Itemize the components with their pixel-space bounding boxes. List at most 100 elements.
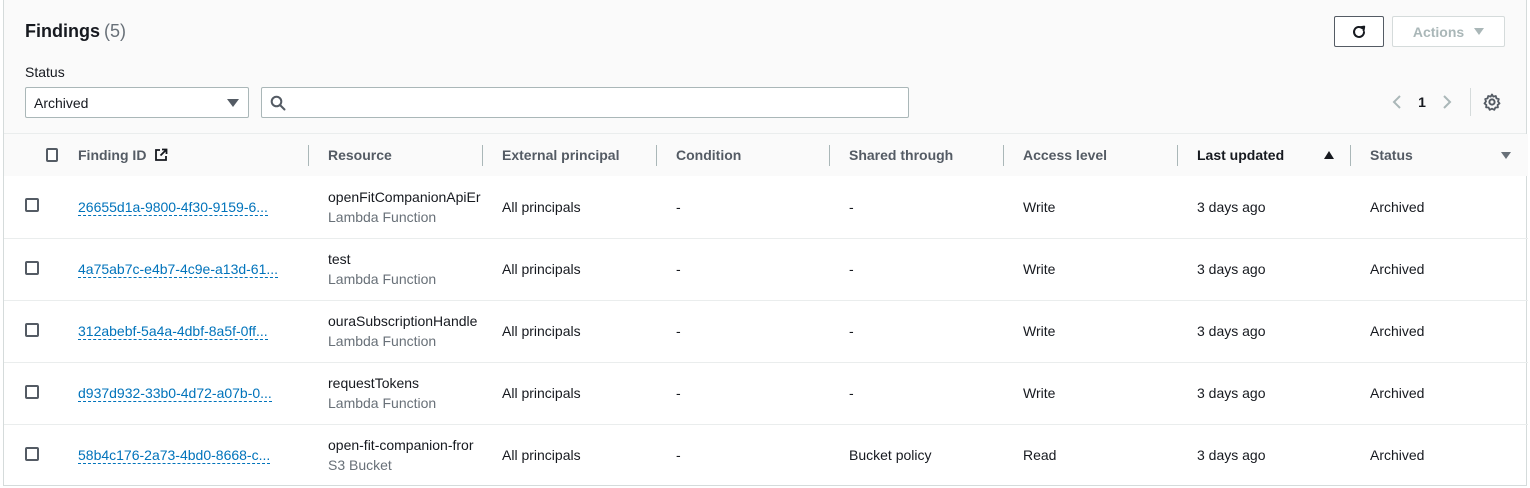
- sort-caret-down-icon: [1501, 152, 1511, 159]
- status-filter-label: Status: [25, 64, 65, 80]
- resource-type: Lambda Function: [328, 208, 437, 225]
- page-title: Findings (5): [25, 21, 126, 42]
- findings-panel: Findings (5) Actions Status Archived 1 F…: [3, 0, 1528, 486]
- select-all-checkbox[interactable]: [46, 148, 58, 162]
- actions-button[interactable]: Actions: [1392, 16, 1505, 47]
- column-header-last-updated[interactable]: Last updated: [1177, 134, 1350, 176]
- shared-through-cell: -: [829, 237, 1003, 300]
- column-label: Status: [1370, 147, 1413, 163]
- sort-ascending-icon: [1324, 151, 1334, 159]
- title-text: Findings: [25, 21, 100, 41]
- last-updated-cell: 3 days ago: [1197, 198, 1266, 215]
- column-header-access-level[interactable]: Access level: [1003, 134, 1177, 176]
- table-row: 4a75ab7c-e4b7-4c9e-a13d-61... test Lambda…: [4, 237, 1528, 300]
- shared-through-cell: -: [829, 361, 1003, 424]
- status-cell: Archived: [1350, 423, 1528, 486]
- row-checkbox[interactable]: [25, 198, 39, 213]
- caret-down-icon: [227, 99, 239, 107]
- resource-cell: ouraSubscriptionHandle Lambda Function: [308, 299, 482, 362]
- resource-type: S3 Bucket: [328, 457, 392, 474]
- row-select-cell: [4, 299, 58, 362]
- last-updated-cell: 3 days ago: [1177, 237, 1350, 300]
- last-updated-cell: 3 days ago: [1177, 423, 1350, 486]
- condition-cell: -: [656, 361, 829, 424]
- condition-cell: -: [656, 423, 829, 486]
- column-label: External principal: [502, 147, 620, 163]
- status-filter-select[interactable]: Archived: [25, 87, 249, 118]
- condition-cell: -: [656, 299, 829, 362]
- column-label: Finding ID: [78, 147, 147, 163]
- last-updated-cell: 3 days ago: [1177, 299, 1350, 362]
- column-label: Shared through: [849, 147, 954, 163]
- shared-through-cell: -: [829, 299, 1003, 362]
- resource-name: test: [328, 251, 351, 267]
- status-cell: Archived: [1370, 198, 1425, 215]
- resource-type: Lambda Function: [328, 271, 437, 287]
- external-link-icon[interactable]: [154, 148, 168, 162]
- select-all-header: [4, 134, 58, 176]
- shared-through-cell: -: [849, 198, 854, 215]
- column-label: Access level: [1023, 147, 1108, 163]
- table-row: 58b4c176-2a73-4bd0-8668-c... open-fit-co…: [4, 423, 1528, 486]
- column-label: Last updated: [1197, 147, 1285, 163]
- table-row: 312abebf-5a4a-4dbf-8a5f-0ff... ouraSubsc…: [4, 299, 1528, 362]
- row-checkbox[interactable]: [25, 384, 39, 399]
- access-level-cell: Write: [1003, 237, 1177, 300]
- resource-type: Lambda Function: [328, 333, 437, 349]
- column-header-external-principal[interactable]: External principal: [482, 134, 656, 176]
- external-principal-cell: All principals: [482, 299, 656, 362]
- external-principal-cell: All principals: [482, 423, 656, 486]
- refresh-button[interactable]: [1334, 16, 1384, 47]
- row-checkbox[interactable]: [25, 260, 39, 275]
- column-header-condition[interactable]: Condition: [656, 134, 829, 176]
- row-select-cell: [4, 361, 58, 424]
- finding-id-link[interactable]: d937d932-33b0-4d72-a07b-0...: [78, 385, 272, 402]
- actions-label: Actions: [1412, 23, 1465, 40]
- finding-id-link[interactable]: 4a75ab7c-e4b7-4c9e-a13d-61...: [78, 261, 279, 278]
- chevron-left-icon: [1392, 95, 1401, 109]
- finding-id-link[interactable]: 312abebf-5a4a-4dbf-8a5f-0ff...: [78, 323, 268, 340]
- status-cell: Archived: [1350, 299, 1528, 362]
- search-field[interactable]: [261, 87, 909, 118]
- refresh-icon: [1353, 25, 1366, 38]
- findings-table: Finding ID Resource External principal C…: [4, 134, 1528, 486]
- finding-id-link[interactable]: 58b4c176-2a73-4bd0-8668-c...: [78, 447, 271, 465]
- external-principal-cell: All principals: [482, 361, 656, 424]
- row-checkbox[interactable]: [25, 322, 39, 337]
- previous-page-button[interactable]: [1388, 88, 1406, 116]
- finding-id-cell: d937d932-33b0-4d72-a07b-0...: [58, 361, 308, 424]
- caret-down-icon: [1474, 28, 1485, 35]
- finding-id-cell: 26655d1a-9800-4f30-9159-6...: [58, 176, 308, 238]
- column-label: Resource: [328, 147, 392, 163]
- findings-count: (5): [104, 21, 126, 41]
- table-header-row: Finding ID Resource External principal C…: [4, 134, 1528, 176]
- access-level-cell: Write: [1003, 299, 1177, 362]
- last-updated-cell: 3 days ago: [1177, 361, 1350, 424]
- row-select-cell: [4, 423, 58, 486]
- status-cell: Archived: [1350, 361, 1528, 424]
- finding-id-cell: 4a75ab7c-e4b7-4c9e-a13d-61...: [58, 237, 308, 300]
- resource-type: Lambda Function: [328, 395, 437, 411]
- table-row: d937d932-33b0-4d72-a07b-0... requestToke…: [4, 361, 1528, 424]
- row-checkbox[interactable]: [25, 446, 39, 461]
- column-header-shared-through[interactable]: Shared through: [829, 134, 1003, 176]
- resource-name: ouraSubscriptionHandle: [328, 313, 478, 329]
- findings-header: Findings (5) Actions Status Archived 1: [4, 0, 1526, 134]
- column-header-resource[interactable]: Resource: [308, 134, 482, 176]
- next-page-button[interactable]: [1438, 88, 1456, 116]
- column-header-finding-id[interactable]: Finding ID: [58, 134, 308, 176]
- resource-cell: test Lambda Function: [308, 237, 482, 300]
- search-input[interactable]: [292, 91, 902, 114]
- resource-name: open-fit-companion-fror: [328, 437, 474, 454]
- access-level-cell: Read: [1003, 423, 1177, 486]
- row-select-cell: [4, 237, 58, 300]
- shared-through-cell: Bucket policy: [829, 423, 1003, 486]
- current-page-number[interactable]: 1: [1406, 94, 1438, 110]
- finding-id-link[interactable]: 26655d1a-9800-4f30-9159-6...: [78, 199, 268, 216]
- gear-icon: [1483, 93, 1501, 111]
- resource-name: openFitCompanionApiEr: [328, 188, 481, 205]
- condition-cell: -: [656, 237, 829, 300]
- condition-cell: -: [676, 198, 681, 215]
- preferences-button[interactable]: [1482, 92, 1502, 112]
- column-header-status[interactable]: Status: [1350, 134, 1528, 176]
